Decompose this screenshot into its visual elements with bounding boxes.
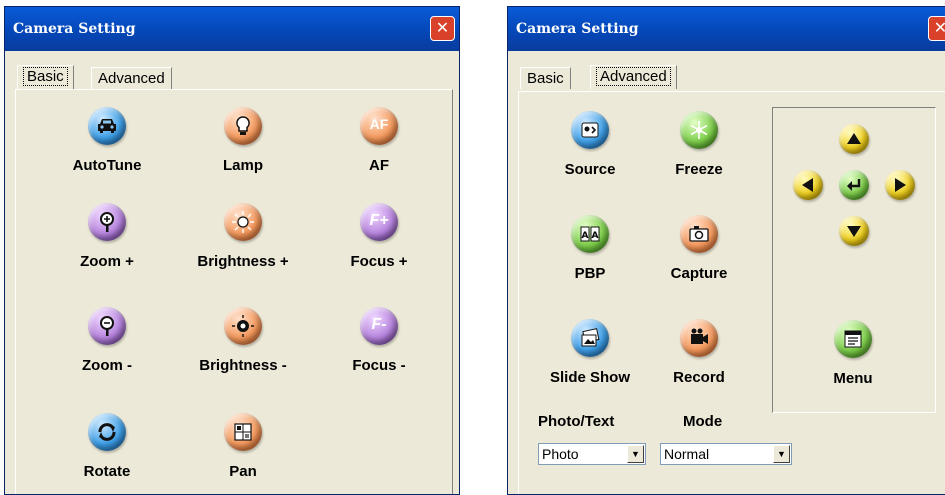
window-title: Camera Setting xyxy=(516,21,639,37)
camera-icon xyxy=(680,215,718,253)
menu-button[interactable]: Menu xyxy=(793,320,913,387)
source-button[interactable]: Source xyxy=(530,111,650,178)
rotate-label: Rotate xyxy=(83,463,131,480)
sun-dark-icon xyxy=(224,307,262,345)
zoom-out-label: Zoom - xyxy=(82,357,132,374)
tab-advanced[interactable]: Advanced xyxy=(91,67,172,89)
record-button[interactable]: Record xyxy=(639,319,759,386)
close-button[interactable]: ✕ xyxy=(928,16,945,41)
brightness-minus-button[interactable]: Brightness - xyxy=(183,307,303,374)
chevron-down-icon[interactable]: ▼ xyxy=(627,445,644,463)
tab-basic[interactable]: Basic xyxy=(520,67,571,89)
source-icon xyxy=(571,111,609,149)
lamp-button[interactable]: Lamp xyxy=(183,107,303,174)
af-icon: AF xyxy=(360,107,398,145)
zoom-in-label: Zoom + xyxy=(80,253,134,270)
arrow-left-button[interactable] xyxy=(793,170,823,200)
sun-icon xyxy=(224,203,262,241)
rotate-button[interactable]: Rotate xyxy=(47,413,167,480)
brightness-plus-button[interactable]: Brightness + xyxy=(183,203,303,270)
af-label: AF xyxy=(369,157,389,174)
arrow-down-icon xyxy=(847,226,861,237)
enter-button[interactable] xyxy=(839,170,869,200)
chevron-down-icon[interactable]: ▼ xyxy=(773,445,790,463)
focus-plus-icon: F+ xyxy=(360,203,398,241)
window-title: Camera Setting xyxy=(13,21,136,37)
navigation-group: Menu xyxy=(772,107,936,413)
pan-icon xyxy=(224,413,262,451)
zoom-in-button[interactable]: Zoom + xyxy=(47,203,167,270)
af-button[interactable]: AF AF xyxy=(319,107,439,174)
capture-label: Capture xyxy=(670,265,728,282)
focus-plus-label: Focus + xyxy=(350,253,408,270)
capture-button[interactable]: Capture xyxy=(639,215,759,282)
car-icon xyxy=(88,107,126,145)
arrow-right-icon xyxy=(895,178,906,192)
close-button[interactable]: ✕ xyxy=(430,16,455,41)
menu-label: Menu xyxy=(833,370,873,387)
snowflake-icon xyxy=(680,111,718,149)
arrow-left-icon xyxy=(802,178,813,192)
focus-minus-button[interactable]: F- Focus - xyxy=(319,307,439,374)
slideshow-button[interactable]: Slide Show xyxy=(530,319,650,386)
arrow-up-button[interactable] xyxy=(839,124,869,154)
slideshow-icon xyxy=(571,319,609,357)
tab-basic[interactable]: Basic xyxy=(17,65,74,89)
title-bar[interactable]: Camera Setting ✕ xyxy=(508,7,945,51)
pan-button[interactable]: Pan xyxy=(183,413,303,480)
photo-text-value: Photo xyxy=(542,446,579,462)
title-bar[interactable]: Camera Setting ✕ xyxy=(5,7,459,51)
pbp-icon: AA xyxy=(571,215,609,253)
rotate-icon xyxy=(88,413,126,451)
svg-text:A: A xyxy=(582,231,589,241)
svg-text:A: A xyxy=(592,231,599,241)
freeze-label: Freeze xyxy=(675,161,723,178)
zoom-out-button[interactable]: Zoom - xyxy=(47,307,167,374)
tab-advanced[interactable]: Advanced xyxy=(590,65,677,89)
enter-icon xyxy=(847,179,861,191)
autotune-button[interactable]: AutoTune xyxy=(47,107,167,174)
arrow-up-icon xyxy=(847,133,861,144)
focus-minus-icon: F- xyxy=(360,307,398,345)
mode-label: Mode xyxy=(683,413,723,430)
brightness-minus-label: Brightness - xyxy=(199,357,287,374)
autotune-label: AutoTune xyxy=(72,157,142,174)
lamp-label: Lamp xyxy=(222,157,263,174)
pbp-button[interactable]: AA PBP xyxy=(530,215,650,282)
bulb-icon xyxy=(224,107,262,145)
record-label: Record xyxy=(673,369,725,386)
camera-setting-window-advanced: Camera Setting ✕ Basic Advanced Source F… xyxy=(507,6,945,495)
arrow-right-button[interactable] xyxy=(885,170,915,200)
brightness-plus-label: Brightness + xyxy=(197,253,289,270)
arrow-down-button[interactable] xyxy=(839,216,869,246)
menu-icon xyxy=(834,320,872,358)
photo-text-select[interactable]: Photo ▼ xyxy=(538,443,646,465)
zoom-out-icon xyxy=(88,307,126,345)
pan-label: Pan xyxy=(229,463,257,480)
pbp-label: PBP xyxy=(574,265,606,282)
photo-text-label: Photo/Text xyxy=(538,413,615,430)
source-label: Source xyxy=(564,161,616,178)
video-camera-icon xyxy=(680,319,718,357)
focus-minus-label: Focus - xyxy=(352,357,406,374)
close-icon: ✕ xyxy=(435,18,450,37)
mode-value: Normal xyxy=(664,446,710,462)
freeze-button[interactable]: Freeze xyxy=(639,111,759,178)
focus-plus-button[interactable]: F+ Focus + xyxy=(319,203,439,270)
zoom-in-icon xyxy=(88,203,126,241)
close-icon: ✕ xyxy=(934,18,945,37)
slideshow-label: Slide Show xyxy=(549,369,630,386)
mode-select[interactable]: Normal ▼ xyxy=(660,443,792,465)
camera-setting-window-basic: Camera Setting ✕ Basic Advanced AutoTune… xyxy=(4,6,460,495)
